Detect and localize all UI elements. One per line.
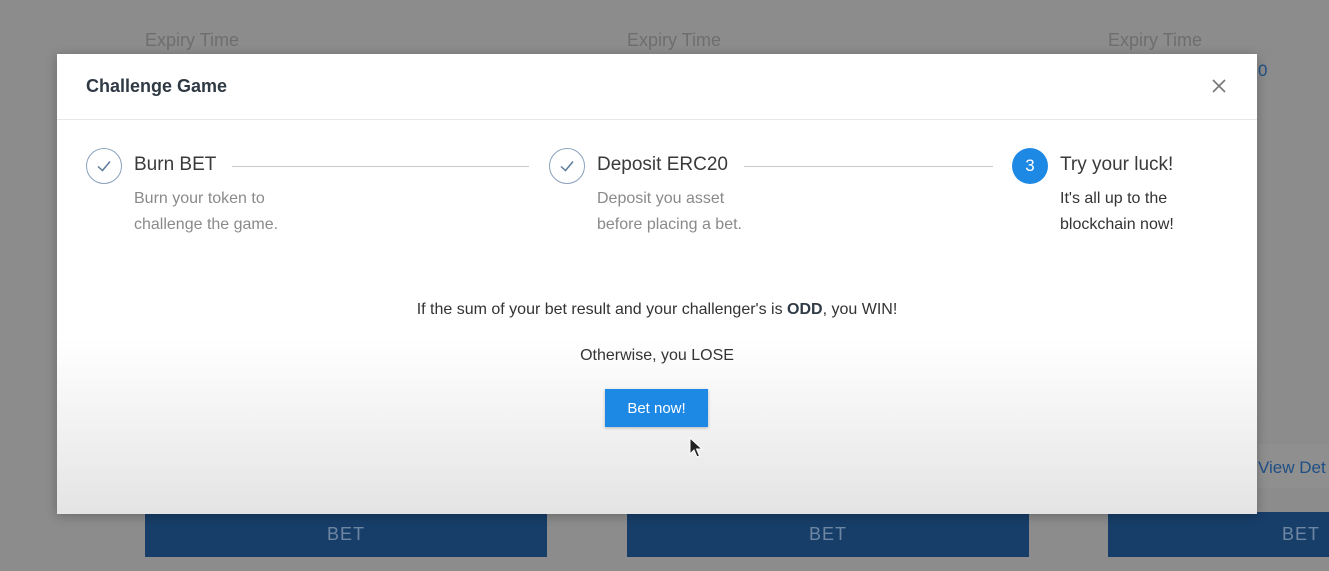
step-connector [744,166,993,167]
step-description-line: It's all up to the [1060,190,1168,207]
challenge-game-modal: Challenge Game Burn BET Burn your token … [57,54,1257,514]
mouse-cursor-icon [689,437,704,458]
step-done-indicator [549,148,585,184]
check-icon [560,161,574,172]
step-description: Deposit you asset before placing a bet. [597,186,797,238]
lose-condition-text: Otherwise, you LOSE [580,347,734,364]
step-title: Try your luck! [1060,154,1174,175]
close-icon [1212,79,1226,93]
check-icon [97,161,111,172]
win-condition-highlight: ODD [787,301,823,318]
win-condition-prefix: If the sum of your bet result and your c… [416,301,788,318]
step-description-line: Burn your token to [134,190,265,207]
step-description-line: Deposit you asset [597,190,725,207]
step-done-indicator [86,148,122,184]
steps-progress: Burn BET Burn your token to challenge th… [57,120,1257,260]
win-condition-suffix: , you WIN! [822,301,898,318]
step-description-line: before placing a bet. [597,216,742,233]
bet-now-button[interactable]: Bet now! [605,389,708,427]
step-number-badge: 3 [1012,148,1048,184]
step-description-line: challenge the game. [134,216,279,233]
modal-header: Challenge Game [57,54,1257,120]
step-description: It's all up to the blockchain now! [1060,186,1260,238]
step-title: Burn BET [134,154,217,175]
close-button[interactable] [1207,74,1231,98]
modal-title: Challenge Game [86,76,228,96]
win-condition-text: If the sum of your bet result and your c… [57,301,1257,319]
step-description-line: blockchain now! [1060,216,1174,233]
step-title: Deposit ERC20 [597,154,728,175]
step-connector [232,166,529,167]
step-description: Burn your token to challenge the game. [134,186,334,238]
